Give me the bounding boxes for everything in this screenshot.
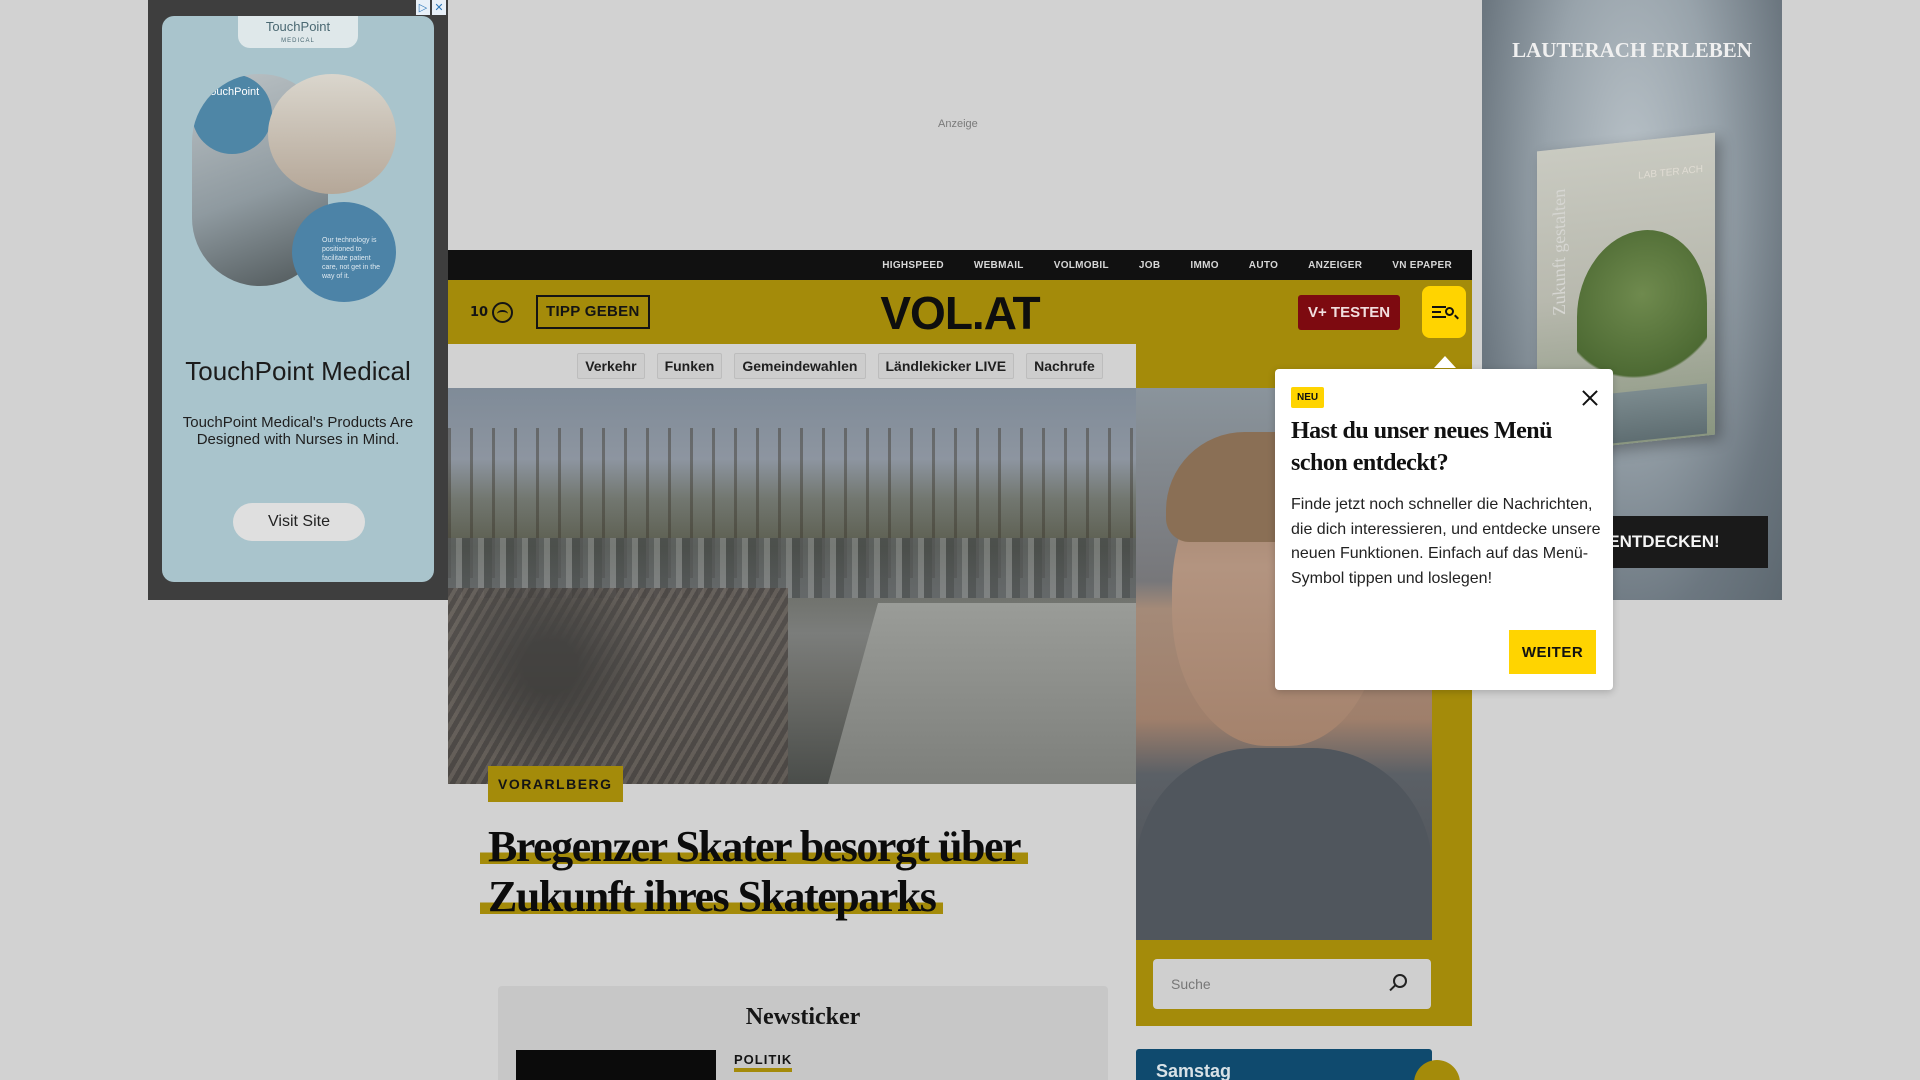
vplus-testen-button[interactable]: V+ TESTEN: [1298, 295, 1401, 330]
weather-box[interactable]: Samstag: [1136, 1049, 1432, 1080]
topic-gemeindewahlen[interactable]: Gemeindewahlen: [734, 353, 866, 379]
new-menu-popup: NEU Hast du unser neues Menü schon entde…: [1275, 369, 1613, 690]
newsticker: Newsticker POLITIK: [498, 986, 1108, 1080]
book-spine-text: Zukunft gestalten: [1549, 187, 1569, 317]
new-badge: NEU: [1291, 387, 1325, 408]
close-icon[interactable]: [1579, 387, 1601, 409]
weiter-button[interactable]: WEITER: [1509, 630, 1596, 674]
nav-volmobil[interactable]: VOLMOBIL: [1054, 260, 1109, 271]
menu-icon: [1432, 306, 1446, 321]
weather-widget[interactable]: 10: [470, 302, 514, 323]
nav-anzeiger[interactable]: ANZEIGER: [1308, 260, 1362, 271]
visit-site-button[interactable]: Visit Site: [233, 503, 365, 541]
search-icon: [1445, 307, 1454, 316]
nav-webmail[interactable]: WEBMAIL: [974, 260, 1024, 271]
circle-logo: TouchPoint: [192, 74, 272, 154]
popup-title: Hast du unser neues Menü schon entdeckt?: [1291, 418, 1552, 476]
crowd-image: [448, 588, 788, 784]
nav-vn-epaper[interactable]: VN EPAPER: [1392, 260, 1452, 271]
book-brand: LAB TER ACH: [1638, 163, 1703, 182]
article-headline[interactable]: Bregenzer Skater besorgt über Zukunft ih…: [480, 822, 1120, 922]
touchpoint-ad-photo: TouchPoint Our technology is positioned …: [192, 74, 412, 304]
weather-icon: [492, 302, 514, 323]
category-badge[interactable]: VORARLBERG: [488, 766, 623, 802]
touchpoint-logo: TouchPoint MEDICAL: [238, 16, 358, 48]
headline-text[interactable]: Bregenzer Skater besorgt über Zukunft ih…: [480, 822, 1029, 921]
newsticker-thumbnail[interactable]: [516, 1050, 716, 1080]
menu-search-button[interactable]: [1422, 286, 1466, 338]
topic-laendlekicker-live[interactable]: Ländlekicker LIVE: [877, 353, 1015, 379]
weather-day: Samstag: [1156, 1061, 1232, 1080]
search-icon[interactable]: [1393, 974, 1407, 988]
touchpoint-ad-card[interactable]: TouchPoint MEDICAL TouchPoint Our techno…: [162, 16, 434, 582]
nav-immo[interactable]: IMMO: [1190, 260, 1218, 271]
nav-highspeed[interactable]: HIGHSPEED: [882, 260, 944, 271]
temperature: 10: [470, 305, 489, 320]
photo-circle-patient: [268, 74, 396, 194]
newsticker-title: Newsticker: [745, 1004, 861, 1030]
adchoices[interactable]: ▷ ✕: [416, 0, 446, 15]
search-input[interactable]: [1153, 959, 1383, 1009]
ad-description: TouchPoint Medical's Products Are Design…: [182, 414, 414, 448]
topic-verkehr[interactable]: Verkehr: [577, 353, 645, 379]
left-advertisement[interactable]: ▷ ✕ TouchPoint MEDICAL TouchPoint Our te…: [148, 0, 448, 600]
service-nav: HIGHSPEED WEBMAIL VOLMOBIL JOB IMMO AUTO…: [448, 250, 1472, 280]
ad-label: Anzeige: [938, 118, 978, 130]
site-header: 10 TIPP GEBEN VOL.AT V+ TESTEN: [448, 280, 1472, 344]
nav-auto[interactable]: AUTO: [1249, 260, 1278, 271]
popup-pointer: [1434, 356, 1456, 368]
ad-brand-name: TouchPoint Medical: [185, 356, 411, 386]
portrait-shirt: [1136, 748, 1432, 940]
circle-claim: Our technology is positioned to facilita…: [292, 202, 396, 302]
adchoices-icon[interactable]: ▷: [416, 0, 430, 15]
ad-close-icon[interactable]: ✕: [432, 0, 446, 15]
topic-funken[interactable]: Funken: [656, 353, 723, 379]
tipp-geben-button[interactable]: TIPP GEBEN: [536, 295, 650, 329]
newsticker-category[interactable]: POLITIK: [734, 1052, 793, 1072]
popup-body: Finde jetzt noch schneller die Nachricht…: [1291, 496, 1601, 587]
topic-nachrufe[interactable]: Nachrufe: [1026, 353, 1103, 379]
nav-job[interactable]: JOB: [1139, 260, 1160, 271]
ad-title: LAUTERACH ERLEBEN: [1512, 38, 1752, 62]
search-box: [1153, 959, 1431, 1009]
